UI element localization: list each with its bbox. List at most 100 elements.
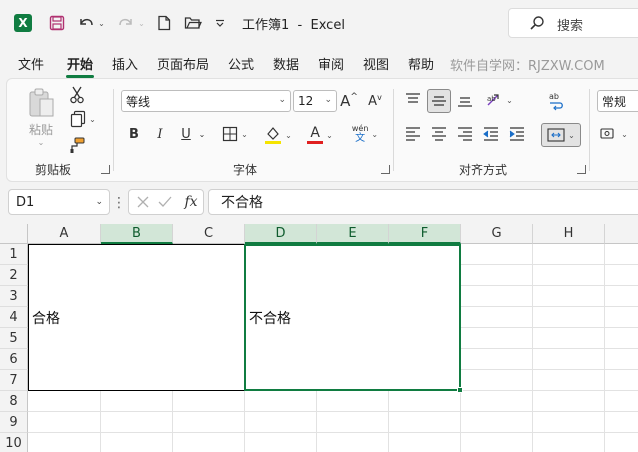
new-file-icon[interactable] (154, 12, 174, 34)
search-placeholder: 搜索 (557, 19, 584, 34)
align-middle-icon[interactable] (427, 89, 451, 113)
phonetic-guide-icon: wén 文 (352, 124, 369, 144)
formula-input[interactable]: 不合格 (208, 189, 638, 215)
font-color-button[interactable]: A ⌄ (303, 123, 337, 147)
underline-dropdown-icon[interactable]: ⌄ (197, 123, 207, 145)
row-header-2[interactable]: 2 (0, 265, 28, 286)
column-header-h[interactable]: H (533, 224, 605, 244)
tab-home[interactable]: 开始 (67, 54, 93, 73)
font-name-select[interactable]: 等线 ⌄ (121, 90, 291, 112)
fill-color-button[interactable]: ⌄ (261, 123, 295, 147)
column-header-b[interactable]: B (101, 224, 173, 244)
tab-data[interactable]: 数据 (273, 54, 299, 73)
alignment-launcher-icon[interactable] (577, 165, 586, 174)
phonetic-guide-button[interactable]: wén 文 ⌄ (347, 121, 383, 147)
row-header-6[interactable]: 6 (0, 349, 28, 370)
font-color-bar (307, 140, 324, 144)
borders-button[interactable]: ⌄ (219, 123, 251, 145)
tab-help[interactable]: 帮助 (408, 54, 434, 73)
cut-icon[interactable] (67, 85, 87, 105)
paste-label[interactable]: 粘贴 (23, 121, 59, 137)
column-header-e[interactable]: E (317, 224, 389, 244)
insert-function-button[interactable]: fx (181, 192, 201, 212)
shrink-font-button[interactable]: Av (365, 90, 385, 112)
formula-input-value: 不合格 (221, 195, 263, 211)
italic-button[interactable]: I (151, 123, 169, 145)
merged-cell-a1-c7[interactable]: 合格 (28, 244, 245, 391)
column-header-g[interactable]: G (461, 224, 533, 244)
row-header-1[interactable]: 1 (0, 244, 28, 265)
decrease-indent-icon[interactable] (481, 123, 501, 145)
tab-insert[interactable]: 插入 (112, 54, 138, 73)
tab-page-layout[interactable]: 页面布局 (157, 54, 209, 73)
align-left-icon[interactable] (403, 123, 423, 145)
grow-font-caret-icon: ^ (350, 92, 358, 102)
tab-review[interactable]: 审阅 (318, 54, 344, 73)
font-size-select[interactable]: 12 ⌄ (293, 90, 337, 112)
undo-dropdown-icon[interactable]: ⌄ (98, 19, 105, 28)
wrap-text-icon[interactable]: ab (545, 89, 567, 113)
copy-icon[interactable]: ⌄ (65, 109, 101, 129)
column-header-i[interactable] (605, 224, 638, 244)
align-center-icon[interactable] (429, 123, 449, 145)
merged-cell-d1-f7[interactable]: 不合格 (244, 244, 461, 391)
number-format-select[interactable]: 常规 (597, 90, 638, 112)
bold-button[interactable]: B (125, 123, 143, 145)
save-icon[interactable] (46, 12, 68, 34)
phonetic-dropdown-icon: ⌄ (371, 129, 379, 139)
orientation-button[interactable]: ab ⌄ (483, 89, 515, 111)
redo-dropdown-icon[interactable]: ⌄ (138, 19, 145, 28)
accounting-format-icon[interactable]: ⌄ (599, 123, 629, 145)
merged-cell-d1-value: 不合格 (249, 310, 291, 327)
borders-icon (223, 126, 238, 142)
cancel-icon[interactable] (135, 194, 151, 210)
column-header-a[interactable]: A (28, 224, 101, 244)
more-options-icon[interactable]: ⋮ (112, 194, 126, 212)
column-header-d[interactable]: D (245, 224, 317, 244)
clipboard-launcher-icon[interactable] (101, 165, 110, 174)
column-header-f[interactable]: F (389, 224, 461, 244)
increase-indent-icon[interactable] (507, 123, 527, 145)
redo-icon[interactable]: ⌄ (114, 12, 148, 34)
fill-color-dropdown-icon: ⌄ (285, 130, 292, 140)
row-header-3[interactable]: 3 (0, 286, 28, 307)
align-top-icon[interactable] (403, 89, 423, 111)
number-format-value: 常规 (602, 94, 627, 109)
open-folder-icon[interactable] (182, 12, 204, 34)
align-bottom-icon[interactable] (455, 89, 475, 111)
customize-qat-icon[interactable] (212, 12, 228, 34)
grow-font-letter: A (340, 92, 351, 110)
paste-icon[interactable] (23, 85, 59, 121)
font-launcher-icon[interactable] (381, 165, 390, 174)
worksheet-grid[interactable]: A B C D E F G H 1 2 3 4 5 6 7 8 9 10 合格 … (0, 224, 638, 452)
excel-logo: X (14, 14, 32, 32)
search-icon (529, 15, 545, 34)
undo-icon[interactable]: ⌄ (74, 12, 108, 34)
row-header-4[interactable]: 4 (0, 307, 28, 328)
row-header-7[interactable]: 7 (0, 370, 28, 391)
name-box[interactable]: D1 ⌄ (8, 189, 110, 215)
paste-dropdown-icon[interactable]: ⌄ (23, 137, 59, 147)
tab-formulas[interactable]: 公式 (228, 54, 254, 73)
underline-button[interactable]: U (177, 123, 195, 145)
copy-dropdown-icon[interactable]: ⌄ (89, 115, 96, 124)
gridline (28, 432, 638, 433)
fill-handle[interactable] (457, 387, 463, 393)
row-header-10[interactable]: 10 (0, 433, 28, 452)
accounting-dropdown-icon: ⌄ (621, 129, 628, 139)
row-header-8[interactable]: 8 (0, 391, 28, 412)
shrink-font-caret-icon: v (377, 92, 382, 102)
enter-icon[interactable] (157, 194, 173, 210)
watermark-text: 软件自学网：RJZXW.COM (450, 59, 605, 74)
row-header-5[interactable]: 5 (0, 328, 28, 349)
tab-file[interactable]: 文件 (18, 54, 44, 73)
grow-font-button[interactable]: A ^ (339, 90, 359, 112)
row-header-9[interactable]: 9 (0, 412, 28, 433)
format-painter-icon[interactable] (67, 135, 87, 155)
search-input[interactable]: 搜索 (508, 8, 638, 38)
merge-center-button[interactable]: ⌄ (541, 123, 581, 147)
column-header-c[interactable]: C (173, 224, 245, 244)
align-right-icon[interactable] (455, 123, 475, 145)
tab-view[interactable]: 视图 (363, 54, 389, 73)
select-all-corner[interactable] (0, 224, 28, 244)
